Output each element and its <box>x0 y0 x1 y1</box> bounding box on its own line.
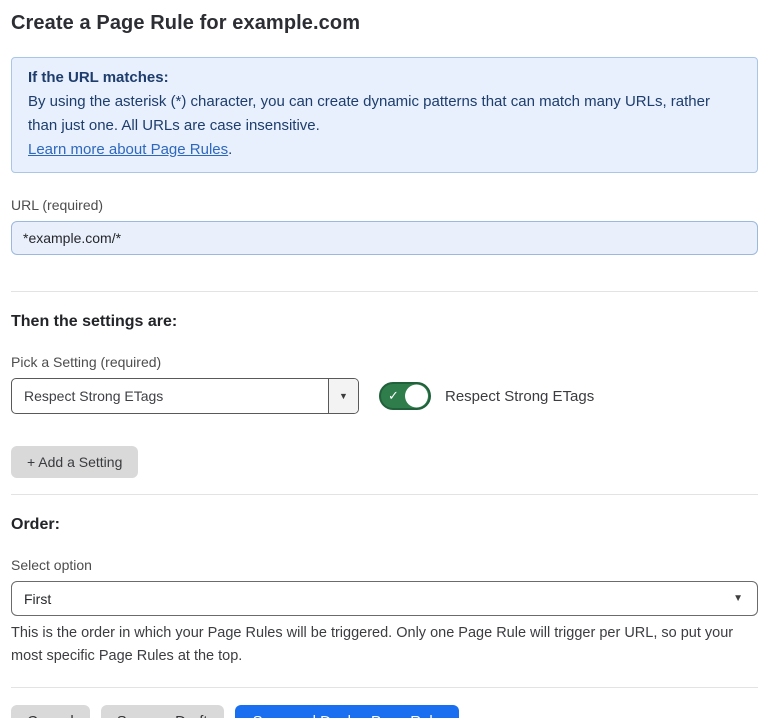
order-select-value: First <box>12 582 733 615</box>
toggle-knob <box>405 385 428 408</box>
cancel-button[interactable]: Cancel <box>11 705 90 718</box>
divider <box>11 291 758 292</box>
divider <box>11 494 758 495</box>
order-section-heading: Order: <box>11 516 758 534</box>
page-title: Create a Page Rule for example.com <box>11 12 758 35</box>
setting-row: Respect Strong ETags ▼ ✓ Respect Strong … <box>11 378 758 414</box>
link-suffix: . <box>228 141 232 158</box>
divider <box>11 687 758 688</box>
add-setting-button[interactable]: + Add a Setting <box>11 446 138 478</box>
setting-select-value: Respect Strong ETags <box>12 379 328 413</box>
footer-actions: Cancel Save as Draft Save and Deploy Pag… <box>11 705 758 718</box>
url-field-label: URL (required) <box>11 197 758 213</box>
order-select-label: Select option <box>11 557 758 573</box>
info-box-heading: If the URL matches: <box>28 66 741 90</box>
url-match-info-box: If the URL matches: By using the asteris… <box>11 57 758 173</box>
url-field-group: URL (required) <box>11 197 758 255</box>
chevron-down-icon: ▼ <box>733 582 757 615</box>
info-link-line: Learn more about Page Rules. <box>28 138 741 162</box>
order-helper-text: This is the order in which your Page Rul… <box>11 622 756 668</box>
pick-setting-label: Pick a Setting (required) <box>11 354 758 370</box>
order-select[interactable]: First ▼ <box>11 581 758 616</box>
page-rule-form: Create a Page Rule for example.com If th… <box>0 0 769 718</box>
url-input[interactable] <box>11 221 758 255</box>
setting-toggle-label: Respect Strong ETags <box>445 388 594 405</box>
save-draft-button[interactable]: Save as Draft <box>101 705 224 718</box>
setting-select[interactable]: Respect Strong ETags ▼ <box>11 378 359 414</box>
info-box-body: By using the asterisk (*) character, you… <box>28 90 741 138</box>
settings-section-heading: Then the settings are: <box>11 313 758 331</box>
learn-more-link[interactable]: Learn more about Page Rules <box>28 141 228 158</box>
save-deploy-button[interactable]: Save and Deploy Page Rule <box>235 705 459 718</box>
check-icon: ✓ <box>388 389 399 402</box>
setting-toggle[interactable]: ✓ <box>379 382 431 410</box>
chevron-down-icon[interactable]: ▼ <box>328 379 358 413</box>
